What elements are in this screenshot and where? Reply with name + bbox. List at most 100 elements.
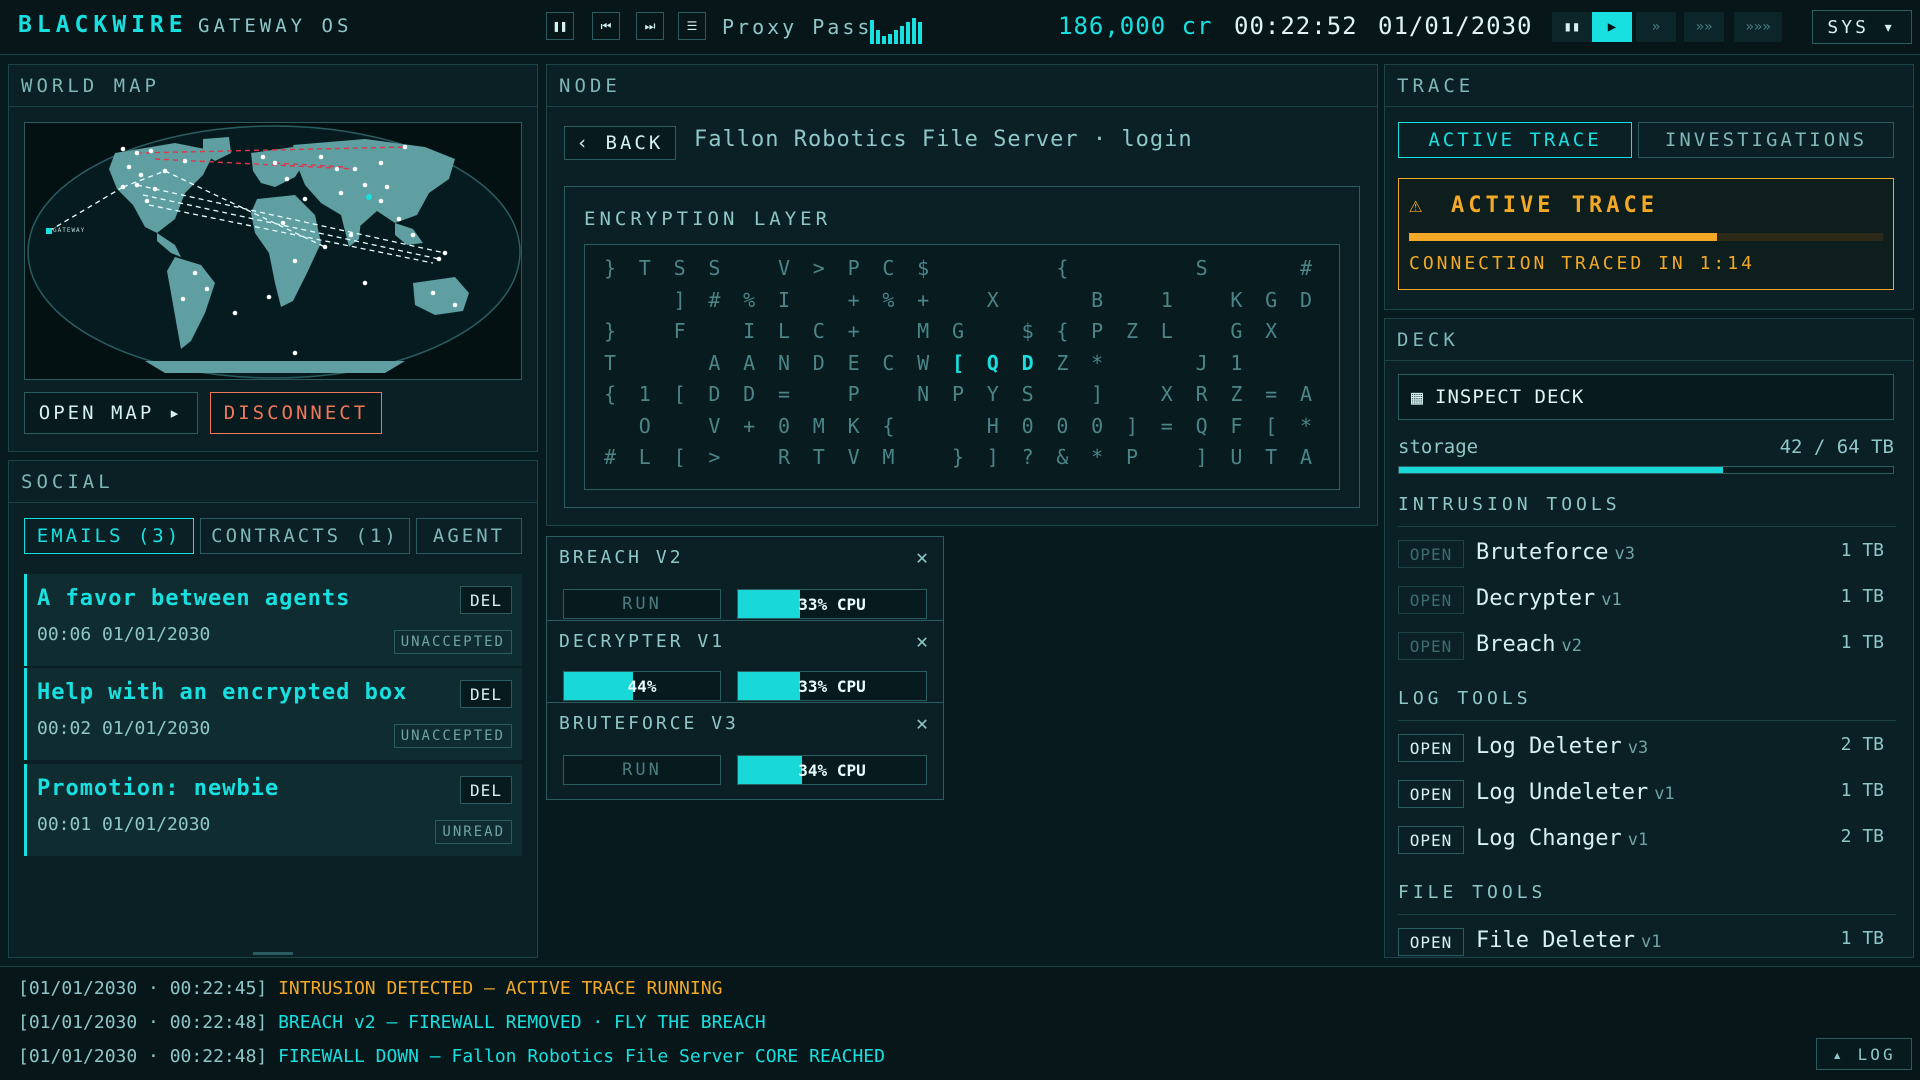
back-button[interactable]: ‹ BACK (564, 126, 676, 160)
panel-title: DECK (1385, 319, 1913, 361)
tool-window-decrypter: DECRYPTER V1 ✕ 44% 33% CPU (546, 620, 944, 706)
run-button[interactable]: RUN (563, 589, 721, 619)
track-title: Proxy Pass (722, 15, 873, 39)
close-icon[interactable]: ✕ (916, 629, 931, 653)
open-map-button[interactable]: OPEN MAP ▸ (24, 392, 198, 434)
pause-track-button[interactable]: ❚❚ (546, 12, 574, 40)
status-badge: UNACCEPTED (393, 630, 512, 654)
cipher-char: * (1091, 350, 1104, 375)
log-entry: [01/01/2030 · 00:22:48] FIREWALL DOWN — … (18, 1046, 885, 1067)
deck-section-title: LOG TOOLS (1398, 688, 1532, 709)
server-title: Fallon Robotics File Server · login (694, 127, 1193, 152)
close-icon[interactable]: ✕ (916, 545, 931, 569)
tool-version: v2 (1561, 636, 1582, 656)
cipher-char-decrypted: D (1021, 350, 1034, 375)
open-tool-button[interactable]: OPEN (1398, 928, 1464, 956)
storage-label: storage (1398, 436, 1479, 458)
cipher-char: A (743, 350, 756, 375)
log-message: BREACH v2 — FIREWALL REMOVED · FLY THE B… (278, 1012, 766, 1033)
speed-2x-button[interactable]: » (1636, 12, 1676, 42)
sys-menu-button[interactable]: SYS ▾ (1812, 10, 1912, 44)
cipher-char: P (847, 382, 860, 406)
cipher-char: B (1091, 287, 1104, 312)
cipher-char: T (638, 256, 651, 280)
tool-version: v3 (1614, 544, 1635, 564)
cipher-char: ] (1125, 413, 1139, 438)
cipher-char: I (743, 319, 756, 343)
run-button[interactable]: RUN (563, 755, 721, 785)
delete-email-button[interactable]: DEL (460, 586, 512, 614)
open-tool-button[interactable]: OPEN (1398, 586, 1464, 614)
speed-1x-button[interactable]: ▶ (1592, 12, 1632, 42)
cpu-meter: 33% CPU (737, 589, 927, 619)
status-badge: UNACCEPTED (393, 724, 512, 748)
open-tool-button[interactable]: OPEN (1398, 734, 1464, 762)
cipher-char: C (882, 256, 895, 280)
next-track-button[interactable]: ⏭ (636, 12, 664, 40)
open-tool-button[interactable]: OPEN (1398, 632, 1464, 660)
close-icon[interactable]: ✕ (916, 711, 931, 735)
open-tool-button[interactable]: OPEN (1398, 826, 1464, 854)
resize-handle[interactable] (253, 952, 293, 955)
inspect-deck-button[interactable]: ▦ INSPECT DECK (1398, 374, 1894, 420)
deck-section-title: FILE TOOLS (1398, 882, 1547, 903)
tab-investigations[interactable]: INVESTIGATIONS (1638, 122, 1894, 158)
cipher-char: { (1056, 319, 1069, 343)
cipher-char: N (777, 350, 791, 375)
cipher-char: V (847, 445, 860, 469)
cipher-char: S (1021, 382, 1034, 406)
skip-back-icon: ⏮ (600, 18, 612, 33)
cipher-char: G (1265, 287, 1278, 312)
game-date: 01/01/2030 (1378, 12, 1533, 40)
speed-3x-button[interactable]: »» (1684, 12, 1724, 42)
email-subject: A favor between agents (37, 586, 351, 611)
trace-alert-title: ACTIVE TRACE (1451, 193, 1658, 218)
inspect-deck-label: INSPECT DECK (1435, 386, 1585, 408)
section-divider (1398, 526, 1896, 527)
delete-email-button[interactable]: DEL (460, 776, 512, 804)
tool-title: BRUTEFORCE V3 (559, 712, 739, 734)
tool-version: v1 (1601, 590, 1622, 610)
cipher-char: D (1299, 287, 1313, 312)
deck-tool-item: OPEN Log Changer v1 2 TB (1398, 822, 1896, 858)
open-tool-button[interactable]: OPEN (1398, 540, 1464, 568)
cipher-char: M (882, 445, 895, 469)
cipher-char: + (847, 319, 860, 343)
previous-track-button[interactable]: ⏮ (592, 12, 620, 40)
gateway-label: GATEWAY (53, 227, 86, 234)
tool-name-text: Bruteforce (1476, 540, 1609, 565)
open-tool-button[interactable]: OPEN (1398, 780, 1464, 808)
email-item[interactable]: Help with an encrypted box 00:02 01/01/2… (24, 668, 522, 760)
cipher-char: [ (1265, 413, 1278, 438)
cipher-char: O (638, 413, 651, 438)
tab-active-trace[interactable]: ACTIVE TRACE (1398, 122, 1632, 158)
cipher-char-decrypted: [ (951, 350, 965, 375)
cipher-char: $ (1021, 319, 1034, 343)
cipher-char: 0 (1056, 413, 1069, 438)
tool-name: Decrypter v1 (1476, 586, 1622, 611)
cipher-char: + (847, 287, 860, 312)
cipher-char: # (603, 445, 617, 469)
cpu-label: 33% CPU (798, 676, 866, 696)
log-toggle-button[interactable]: ▴ LOG (1816, 1038, 1912, 1070)
tab-emails[interactable]: EMAILS (3) (24, 518, 194, 554)
email-item[interactable]: Promotion: newbie 00:01 01/01/2030 DEL U… (24, 764, 522, 856)
tool-name-text: Decrypter (1476, 586, 1596, 611)
cipher-char: # (708, 287, 721, 312)
deck-tool-item: OPEN Log Undeleter v1 1 TB (1398, 776, 1896, 812)
disconnect-button[interactable]: DISCONNECT (210, 392, 382, 434)
tab-contracts[interactable]: CONTRACTS (1) (200, 518, 410, 554)
speed-pause-button[interactable]: ▮▮ (1552, 12, 1592, 42)
delete-email-button[interactable]: DEL (460, 680, 512, 708)
playlist-button[interactable]: ☰ (678, 12, 706, 40)
email-item[interactable]: A favor between agents 00:06 01/01/2030 … (24, 574, 522, 666)
tab-agent[interactable]: AGENT (416, 518, 522, 554)
cipher-char: # (1299, 256, 1313, 280)
trace-alert: ⚠ ACTIVE TRACE CONNECTION TRACED IN 1:14 (1398, 178, 1894, 290)
world-map[interactable]: GATEWAY (24, 122, 522, 380)
cipher-char: % (882, 287, 895, 312)
speed-4x-button[interactable]: »»» (1734, 12, 1782, 42)
tool-name: File Deleter v1 (1476, 928, 1661, 953)
cipher-char: + (743, 413, 756, 438)
cipher-char: * (1299, 413, 1313, 438)
